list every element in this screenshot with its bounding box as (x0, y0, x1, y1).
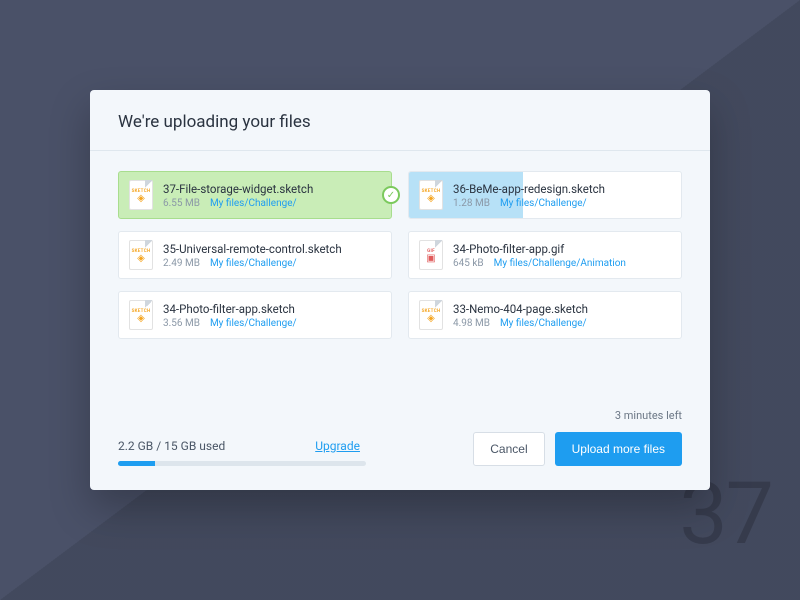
diamond-glyph-icon: ◈ (137, 254, 145, 264)
modal-body: SKETCH◈ 37-File-storage-widget.sketch 6.55… (90, 151, 710, 395)
file-size: 3.56 MB (163, 318, 200, 329)
sketch-file-icon: SKETCH◈ (129, 300, 153, 330)
file-meta: 1.28 MB My files/Challenge/ (453, 198, 605, 209)
file-card[interactable]: GIF▣ 34-Photo-filter-app.gif 645 kB My file… (408, 231, 682, 279)
file-card[interactable]: SKETCH◈ 36-BeMe-app-redesign.sketch 1.28 M… (408, 171, 682, 219)
image-glyph-icon: ▣ (426, 254, 435, 264)
file-card[interactable]: SKETCH◈ 33-Nemo-404-page.sketch 4.98 MB My … (408, 291, 682, 339)
check-icon: ✓ (382, 186, 400, 204)
file-size: 1.28 MB (453, 198, 490, 209)
file-size: 4.98 MB (453, 318, 490, 329)
file-info: 35-Universal-remote-control.sketch 2.49 M… (163, 242, 342, 269)
app-background: 37 We're uploading your files SKETCH◈37-… (0, 0, 800, 600)
file-path[interactable]: My files/Challenge/ (500, 198, 587, 209)
file-info: 36-BeMe-app-redesign.sketch 1.28 MB My fil… (453, 182, 605, 209)
file-info: 34-Photo-filter-app.gif 645 kB My files/Ch… (453, 242, 626, 269)
storage-used-text: 2.2 GB / 15 GB used (118, 439, 225, 453)
file-path[interactable]: My files/Challenge/ (210, 258, 297, 269)
file-meta: 645 kB My files/Challenge/Animation (453, 258, 626, 269)
file-path[interactable]: My files/Challenge/ (500, 318, 587, 329)
storage-bar-fill (118, 461, 155, 466)
file-name: 36-BeMe-app-redesign.sketch (453, 182, 605, 196)
file-card[interactable]: SKETCH◈ 35-Universal-remote-control.sketc… (118, 231, 392, 279)
file-meta: 3.56 MB My files/Challenge/ (163, 318, 297, 329)
sketch-file-icon: SKETCH◈ (129, 180, 153, 210)
upload-modal: We're uploading your files SKETCH◈ 37-Fil… (90, 90, 710, 490)
file-path[interactable]: My files/Challenge/ (210, 318, 297, 329)
file-size: 6.55 MB (163, 198, 200, 209)
file-info: 33-Nemo-404-page.sketch 4.98 MB My files/C… (453, 302, 588, 329)
sketch-file-icon: SKETCH◈ (129, 240, 153, 270)
file-meta: 6.55 MB My files/Challenge/ (163, 198, 313, 209)
upgrade-link[interactable]: Upgrade (315, 439, 360, 453)
file-info: 37-File-storage-widget.sketch 6.55 MB My f… (163, 182, 313, 209)
action-buttons: Cancel Upload more files (473, 432, 682, 466)
file-grid: SKETCH◈ 37-File-storage-widget.sketch 6.55… (118, 171, 682, 339)
file-name: 34-Photo-filter-app.gif (453, 242, 626, 256)
modal-title: We're uploading your files (118, 112, 682, 132)
file-card[interactable]: SKETCH◈ 34-Photo-filter-app.sketch 3.56 MB… (118, 291, 392, 339)
file-meta: 2.49 MB My files/Challenge/ (163, 258, 342, 269)
file-path[interactable]: My files/Challenge/Animation (494, 258, 626, 269)
file-size: 645 kB (453, 258, 484, 269)
file-name: 37-File-storage-widget.sketch (163, 182, 313, 196)
file-name: 34-Photo-filter-app.sketch (163, 302, 297, 316)
file-path[interactable]: My files/Challenge/ (210, 198, 297, 209)
storage-bar (118, 461, 366, 466)
sketch-file-icon: SKETCH◈ (419, 180, 443, 210)
upload-more-button[interactable]: Upload more files (555, 432, 682, 466)
storage-section: 2.2 GB / 15 GB used Upgrade (118, 439, 366, 466)
file-meta: 4.98 MB My files/Challenge/ (453, 318, 588, 329)
modal-header: We're uploading your files (90, 90, 710, 151)
diamond-glyph-icon: ◈ (427, 194, 435, 204)
modal-footer: 2.2 GB / 15 GB used Upgrade Cancel Uploa… (90, 422, 710, 490)
diamond-glyph-icon: ◈ (137, 314, 145, 324)
gif-file-icon: GIF▣ (419, 240, 443, 270)
file-name: 33-Nemo-404-page.sketch (453, 302, 588, 316)
file-card[interactable]: SKETCH◈ 37-File-storage-widget.sketch 6.55… (118, 171, 392, 219)
file-size: 2.49 MB (163, 258, 200, 269)
sketch-file-icon: SKETCH◈ (419, 300, 443, 330)
file-name: 35-Universal-remote-control.sketch (163, 242, 342, 256)
diamond-glyph-icon: ◈ (427, 314, 435, 324)
file-info: 34-Photo-filter-app.sketch 3.56 MB My file… (163, 302, 297, 329)
cancel-button[interactable]: Cancel (473, 432, 544, 466)
time-remaining: 3 minutes left (90, 395, 710, 422)
diamond-glyph-icon: ◈ (137, 194, 145, 204)
